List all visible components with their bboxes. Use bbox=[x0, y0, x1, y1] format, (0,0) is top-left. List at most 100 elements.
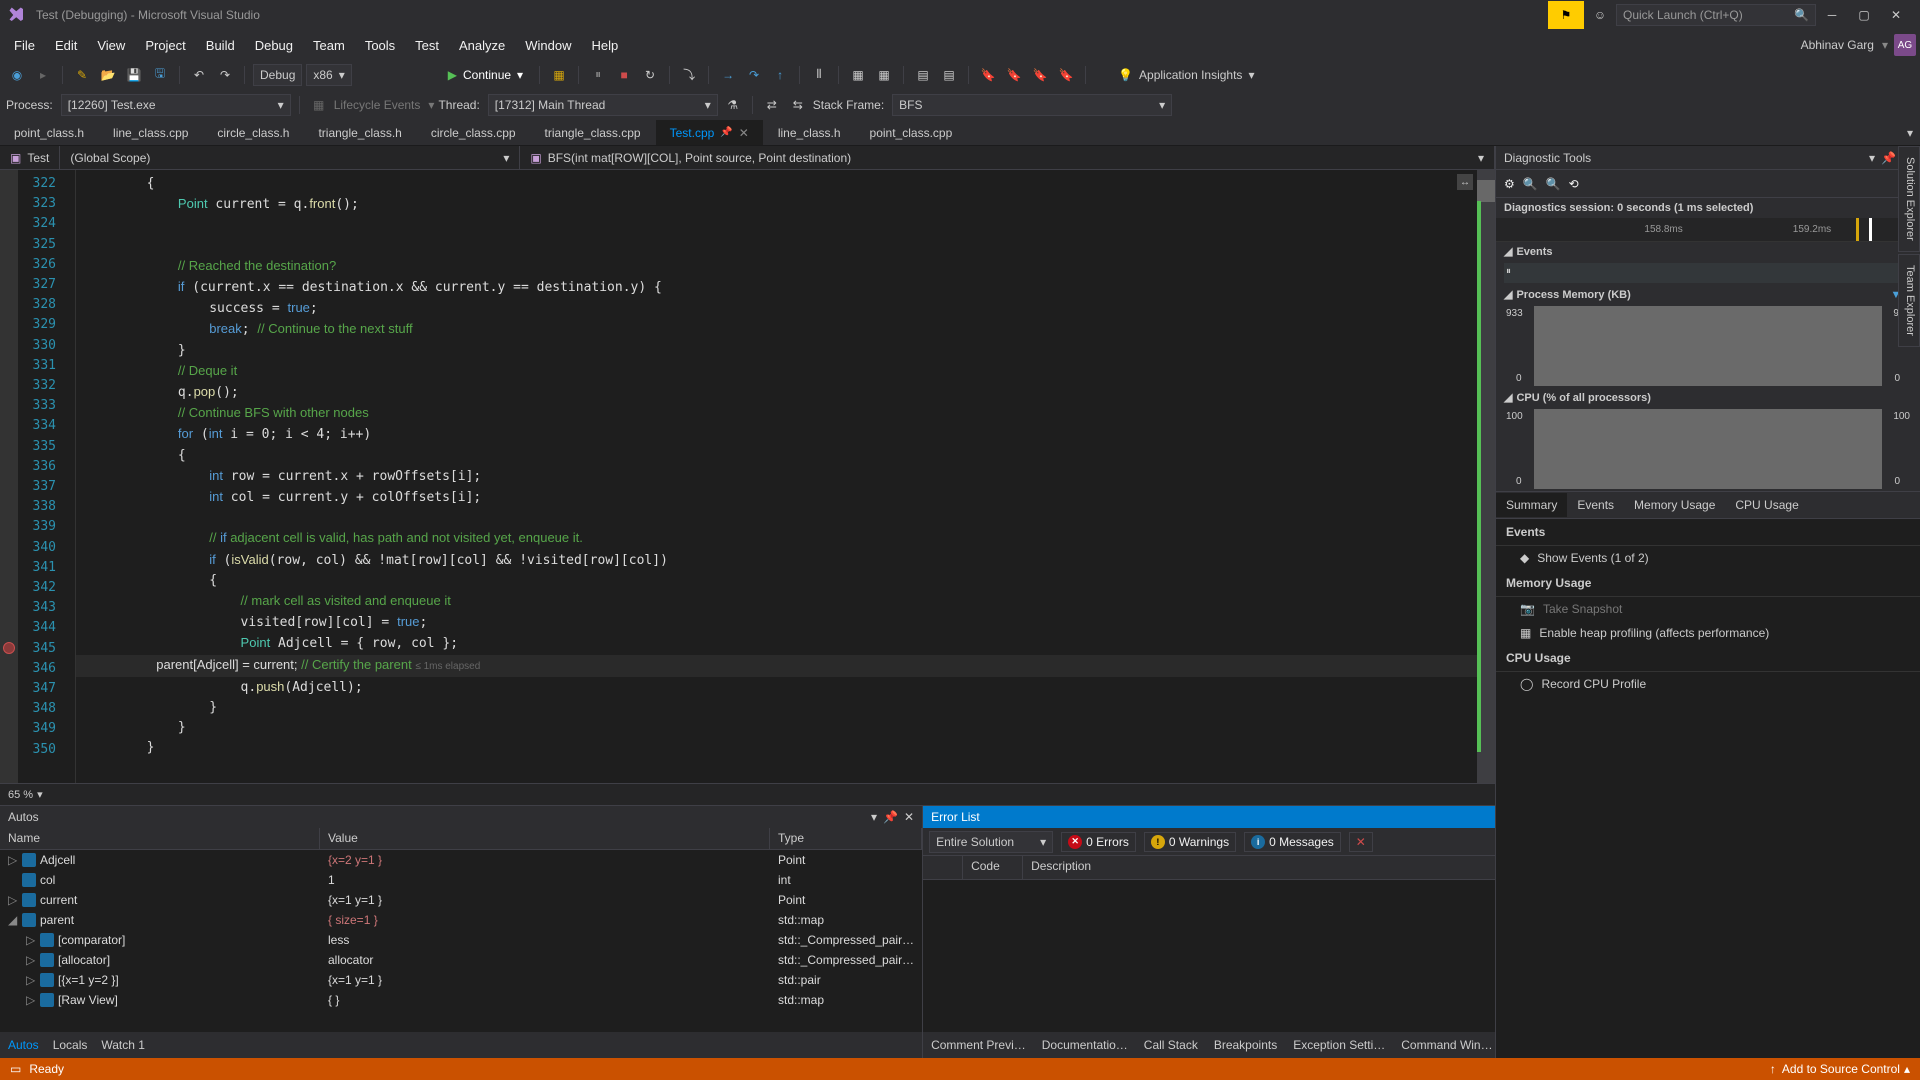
col-type[interactable]: Type bbox=[770, 828, 922, 849]
zoom-dropdown-icon[interactable]: ▾ bbox=[37, 788, 43, 801]
menu-file[interactable]: File bbox=[4, 34, 45, 57]
tab-4[interactable]: circle_class.cpp bbox=[417, 120, 531, 145]
pause-icon[interactable]: ⏸ bbox=[587, 64, 609, 86]
autos-row[interactable]: ▷[{x=1 y=2 }]{x=1 y=1 }std::pair bbox=[0, 970, 922, 990]
stop-icon[interactable]: ■ bbox=[613, 64, 635, 86]
memory-graph[interactable]: 933 933 0 0 bbox=[1534, 306, 1882, 386]
side-tab-team-explorer[interactable]: Team Explorer bbox=[1898, 254, 1920, 347]
errors-filter[interactable]: ✕0 Errors bbox=[1061, 832, 1136, 852]
take-snapshot-row[interactable]: 📷Take Snapshot bbox=[1496, 597, 1920, 621]
bt-5[interactable]: Command Win… bbox=[1401, 1038, 1492, 1052]
code-area[interactable]: { Point current = q.front(); // Reached … bbox=[76, 170, 1477, 783]
bt-1[interactable]: Documentatio… bbox=[1042, 1038, 1128, 1052]
breakpoint-gutter[interactable] bbox=[0, 170, 18, 783]
tb-icon-1[interactable]: ▦ bbox=[548, 64, 570, 86]
diag-tab-memory[interactable]: Memory Usage bbox=[1624, 493, 1725, 517]
tb2-icon-1[interactable]: ⇄ bbox=[761, 94, 783, 116]
gear-icon[interactable]: ⚙ bbox=[1504, 177, 1515, 191]
show-next-icon[interactable]: ⤵ bbox=[678, 64, 700, 86]
undo-icon[interactable]: ↶ bbox=[188, 64, 210, 86]
restore-button[interactable]: ▢ bbox=[1848, 1, 1880, 29]
thread-combo[interactable]: [17312] Main Thread▾ bbox=[488, 94, 718, 116]
redo-icon[interactable]: ↷ bbox=[214, 64, 236, 86]
restart-icon[interactable]: ↻ bbox=[639, 64, 661, 86]
panel-pin-icon[interactable]: 📌 bbox=[883, 810, 898, 824]
side-tab-solution-explorer[interactable]: Solution Explorer bbox=[1898, 146, 1920, 252]
save-all-icon[interactable]: 🖫 bbox=[149, 64, 171, 86]
tab-1[interactable]: line_class.cpp bbox=[99, 120, 203, 145]
panel-dropdown-icon[interactable]: ▾ bbox=[871, 810, 877, 824]
menu-view[interactable]: View bbox=[87, 34, 135, 57]
show-events-row[interactable]: ◆Show Events (1 of 2) bbox=[1496, 546, 1920, 570]
warnings-filter[interactable]: !0 Warnings bbox=[1144, 832, 1236, 852]
close-tab-icon[interactable]: ✕ bbox=[739, 126, 749, 140]
panel-pin-icon[interactable]: 📌 bbox=[1881, 151, 1896, 165]
menu-debug[interactable]: Debug bbox=[245, 34, 303, 57]
bookmark-next-icon[interactable]: 🔖 bbox=[1029, 64, 1051, 86]
panel-close-icon[interactable]: ✕ bbox=[904, 810, 914, 824]
autos-title[interactable]: Autos ▾📌✕ bbox=[0, 806, 922, 828]
stack-combo[interactable]: BFS▾ bbox=[892, 94, 1172, 116]
diag-cpu-header[interactable]: ◢CPU (% of all processors) bbox=[1496, 388, 1920, 407]
minimize-button[interactable]: ─ bbox=[1816, 1, 1848, 29]
bookmark-prev-icon[interactable]: 🔖 bbox=[1003, 64, 1025, 86]
autos-row[interactable]: ◢parent{ size=1 }std::map bbox=[0, 910, 922, 930]
user-name[interactable]: Abhinav Garg bbox=[1801, 38, 1874, 52]
tb-icon-2[interactable]: ⫴ bbox=[808, 64, 830, 86]
diag-timeline[interactable]: 158.8ms 159.2ms bbox=[1496, 218, 1920, 242]
close-button[interactable]: ✕ bbox=[1880, 1, 1912, 29]
tb-icon-5[interactable]: ▤ bbox=[912, 64, 934, 86]
cpu-graph[interactable]: 100 100 0 0 bbox=[1534, 409, 1882, 489]
diag-tab-events[interactable]: Events bbox=[1567, 493, 1624, 517]
filter-icon[interactable]: ⚗ bbox=[722, 94, 744, 116]
app-insights-button[interactable]: 💡Application Insights▾ bbox=[1118, 68, 1254, 82]
diag-events-header[interactable]: ◢Events bbox=[1496, 242, 1920, 261]
menu-tools[interactable]: Tools bbox=[355, 34, 405, 57]
open-file-icon[interactable]: 📂 bbox=[97, 64, 119, 86]
autos-tab-locals[interactable]: Locals bbox=[53, 1038, 88, 1052]
diag-title[interactable]: Diagnostic Tools ▾📌✕ bbox=[1496, 146, 1920, 170]
diag-tab-summary[interactable]: Summary bbox=[1496, 493, 1567, 517]
autos-row[interactable]: ▷Adjcell{x=2 y=1 }Point bbox=[0, 850, 922, 870]
crumb-function[interactable]: ▣BFS(int mat[ROW][COL], Point source, Po… bbox=[520, 146, 1495, 169]
crumb-scope[interactable]: (Global Scope)▾ bbox=[60, 146, 520, 169]
pin-icon[interactable]: 📌 bbox=[720, 127, 732, 138]
source-control-dropdown-icon[interactable]: ▴ bbox=[1904, 1062, 1910, 1076]
crumb-project[interactable]: ▣Test bbox=[0, 146, 60, 169]
tb2-icon-2[interactable]: ⇆ bbox=[787, 94, 809, 116]
autos-tab-watch1[interactable]: Watch 1 bbox=[101, 1038, 145, 1052]
tb-icon-3[interactable]: ▦ bbox=[847, 64, 869, 86]
tb-icon-4[interactable]: ▦ bbox=[873, 64, 895, 86]
menu-analyze[interactable]: Analyze bbox=[449, 34, 515, 57]
tab-5[interactable]: triangle_class.cpp bbox=[531, 120, 656, 145]
menu-edit[interactable]: Edit bbox=[45, 34, 87, 57]
split-icon[interactable]: ↔ bbox=[1457, 174, 1473, 190]
save-icon[interactable]: 💾 bbox=[123, 64, 145, 86]
user-dropdown-icon[interactable]: ▾ bbox=[1882, 38, 1888, 52]
process-combo[interactable]: [12260] Test.exe▾ bbox=[61, 94, 291, 116]
tab-8[interactable]: point_class.cpp bbox=[856, 120, 968, 145]
menu-build[interactable]: Build bbox=[196, 34, 245, 57]
zoom-level[interactable]: 65 % bbox=[8, 789, 33, 801]
tab-7[interactable]: line_class.h bbox=[764, 120, 856, 145]
config-combo[interactable]: Debug bbox=[253, 64, 302, 86]
step-over-icon[interactable]: ↷ bbox=[743, 64, 765, 86]
error-scope-combo[interactable]: Entire Solution▾ bbox=[929, 831, 1053, 853]
bookmark-clear-icon[interactable]: 🔖 bbox=[1055, 64, 1077, 86]
bt-2[interactable]: Call Stack bbox=[1144, 1038, 1198, 1052]
feedback-icon[interactable]: ☺ bbox=[1584, 1, 1616, 29]
add-source-control[interactable]: Add to Source Control bbox=[1782, 1062, 1900, 1076]
tb-icon-6[interactable]: ▤ bbox=[938, 64, 960, 86]
err-col-code[interactable]: Code bbox=[963, 856, 1023, 879]
err-col-icon[interactable] bbox=[923, 856, 963, 879]
diag-events-track[interactable]: ⏸ bbox=[1504, 263, 1912, 283]
menu-project[interactable]: Project bbox=[135, 34, 195, 57]
bt-0[interactable]: Comment Previ… bbox=[931, 1038, 1026, 1052]
notifications-flag-icon[interactable]: ⚑ bbox=[1548, 1, 1584, 29]
new-project-icon[interactable]: ✎ bbox=[71, 64, 93, 86]
nav-back-icon[interactable]: ◉ bbox=[6, 64, 28, 86]
editor-scrollbar[interactable] bbox=[1477, 170, 1495, 783]
col-name[interactable]: Name bbox=[0, 828, 320, 849]
autos-row[interactable]: ▷[allocator]allocatorstd::_Compressed_pa… bbox=[0, 950, 922, 970]
bt-3[interactable]: Breakpoints bbox=[1214, 1038, 1277, 1052]
